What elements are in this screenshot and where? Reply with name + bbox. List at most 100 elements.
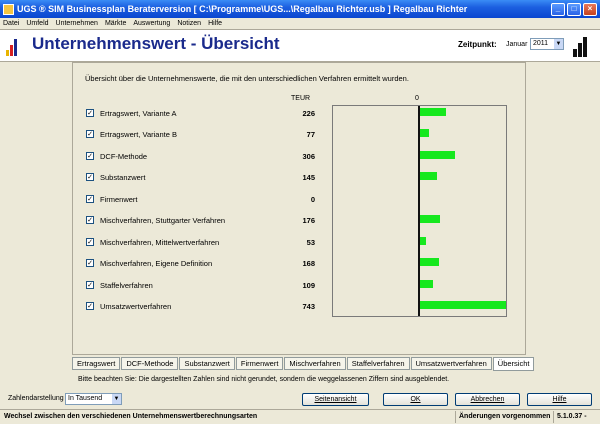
tab-ertragswert[interactable]: Ertragswert [72,357,121,370]
row-value: 109 [302,280,315,290]
menu-maerkte[interactable]: Märkte [105,20,126,27]
row-value: 145 [302,172,315,182]
value-bar [420,108,446,116]
row-label: Firmenwert [100,194,138,204]
row-checkbox[interactable]: ✓ [86,109,94,117]
menu-hilfe[interactable]: Hilfe [208,20,222,27]
row-value: 743 [302,301,315,311]
row-checkbox[interactable]: ✓ [86,173,94,181]
row-value: 176 [302,215,315,225]
row-checkbox[interactable]: ✓ [86,130,94,138]
tab-firmenwert[interactable]: Firmenwert [235,357,284,370]
row-value: 0 [310,194,315,204]
menu-notizen[interactable]: Notizen [177,20,201,27]
tab-dcf-methode[interactable]: DCF-Methode [121,357,179,370]
value-bar [420,215,440,223]
value-bar [420,129,429,137]
menu-datei[interactable]: Datei [3,20,19,27]
zeitpunkt-label: Zeitpunkt: [458,40,497,49]
page-header: Unternehmenswert - Übersicht Zeitpunkt: … [0,29,600,62]
method-row: ✓ Firmenwert 0 [86,193,315,205]
row-checkbox[interactable]: ✓ [86,238,94,246]
zeitpunkt-month: Januar [506,41,528,48]
method-row: ✓ Mischverfahren, Stuttgarter Verfahren … [86,214,315,226]
tab-umsatzwertverfahren[interactable]: Umsatzwertverfahren [410,357,492,370]
value-bar [420,237,426,245]
row-label: Mischverfahren, Mittelwertverfahren [100,237,220,247]
method-row: ✓ Ertragswert, Variante B 77 [86,128,315,140]
menu-auswertung[interactable]: Auswertung [133,20,170,27]
ok-button[interactable]: OK [383,393,448,406]
value-bar [420,280,433,288]
method-row: ✓ Staffelverfahren 109 [86,279,315,291]
value-bar [420,172,437,180]
method-row: ✓ Mischverfahren, Eigene Definition 168 [86,257,315,269]
zahlendarstellung-value: In Tausend [68,395,103,402]
row-checkbox[interactable]: ✓ [86,302,94,310]
app-icon [3,3,14,15]
value-bar [420,151,455,159]
chevron-down-icon[interactable]: ▼ [112,394,121,404]
abbrechen-button[interactable]: Abbrechen [455,393,520,406]
tab-uebersicht[interactable]: Übersicht [492,357,535,371]
bars-logo-icon [573,35,589,57]
chevron-down-icon[interactable]: ▼ [554,39,563,49]
value-bar [420,301,506,309]
bottom-bar: Zahlendarstellung In Tausend ▼ Seitenans… [0,392,600,407]
minimize-button[interactable]: _ [551,2,565,16]
year-value: 2011 [533,40,549,47]
column-unit: TEUR [291,95,311,102]
tab-strip: Ertragswert DCF-Methode Substanzwert Fir… [72,357,535,371]
seitenansicht-button[interactable]: Seitenansicht [302,393,369,406]
status-message: Wechsel zwischen den verschiedenen Unter… [4,413,258,420]
status-version: 5.1.0.37 - [557,413,587,420]
method-row: ✓ Umsatzwertverfahren 743 [86,300,315,312]
menu-bar: Datei Umfeld Unternehmen Märkte Auswertu… [0,18,600,29]
row-label: Ertragswert, Variante B [100,129,177,139]
row-checkbox[interactable]: ✓ [86,152,94,160]
row-checkbox[interactable]: ✓ [86,195,94,203]
tab-substanzwert[interactable]: Substanzwert [179,357,235,370]
row-checkbox[interactable]: ✓ [86,281,94,289]
status-bar: Wechsel zwischen den verschiedenen Unter… [0,409,600,424]
menu-unternehmen[interactable]: Unternehmen [56,20,98,27]
row-value: 168 [302,258,315,268]
method-row: ✓ Ertragswert, Variante A 226 [86,107,315,119]
value-bar-chart [332,105,507,317]
tab-mischverfahren[interactable]: Mischverfahren [284,357,346,370]
zahlendarstellung-label: Zahlendarstellung [8,395,64,402]
value-bar [420,258,439,266]
zahlendarstellung-select[interactable]: In Tausend ▼ [65,393,122,405]
row-label: Ertragswert, Variante A [100,108,177,118]
row-label: Staffelverfahren [100,280,153,290]
row-value: 226 [302,108,315,118]
maximize-button[interactable]: □ [567,2,581,16]
method-row: ✓ Substanzwert 145 [86,171,315,183]
page-title: Unternehmenswert - Übersicht [32,34,280,53]
row-checkbox[interactable]: ✓ [86,216,94,224]
menu-umfeld[interactable]: Umfeld [26,20,48,27]
year-select[interactable]: 2011 ▼ [530,38,564,50]
row-checkbox[interactable]: ✓ [86,259,94,267]
hilfe-button[interactable]: Hilfe [527,393,592,406]
row-value: 77 [306,129,315,139]
close-button[interactable]: × [583,2,597,16]
tab-staffelverfahren[interactable]: Staffelverfahren [346,357,410,370]
axis-zero-label: 0 [415,95,419,102]
row-label: DCF-Methode [100,151,148,161]
intro-text: Übersicht über die Unternehmenswerte, di… [85,74,409,83]
row-label: Substanzwert [100,172,146,182]
rounding-note: Bitte beachten Sie: Die dargestellten Za… [78,376,450,383]
window-title: UGS ® SIM Businessplan Beraterversion [ … [17,4,468,14]
window-titlebar[interactable]: UGS ® SIM Businessplan Beraterversion [ … [0,0,600,18]
row-value: 53 [306,237,315,247]
method-row: ✓ DCF-Methode 306 [86,150,315,162]
row-label: Umsatzwertverfahren [100,301,172,311]
row-label: Mischverfahren, Eigene Definition [100,258,213,268]
row-value: 306 [302,151,315,161]
status-changes: Änderungen vorgenommen [455,411,555,423]
row-label: Mischverfahren, Stuttgarter Verfahren [100,215,226,225]
method-row: ✓ Mischverfahren, Mittelwertverfahren 53 [86,236,315,248]
chart-logo-icon [6,36,20,56]
overview-panel: Übersicht über die Unternehmenswerte, di… [72,62,526,355]
